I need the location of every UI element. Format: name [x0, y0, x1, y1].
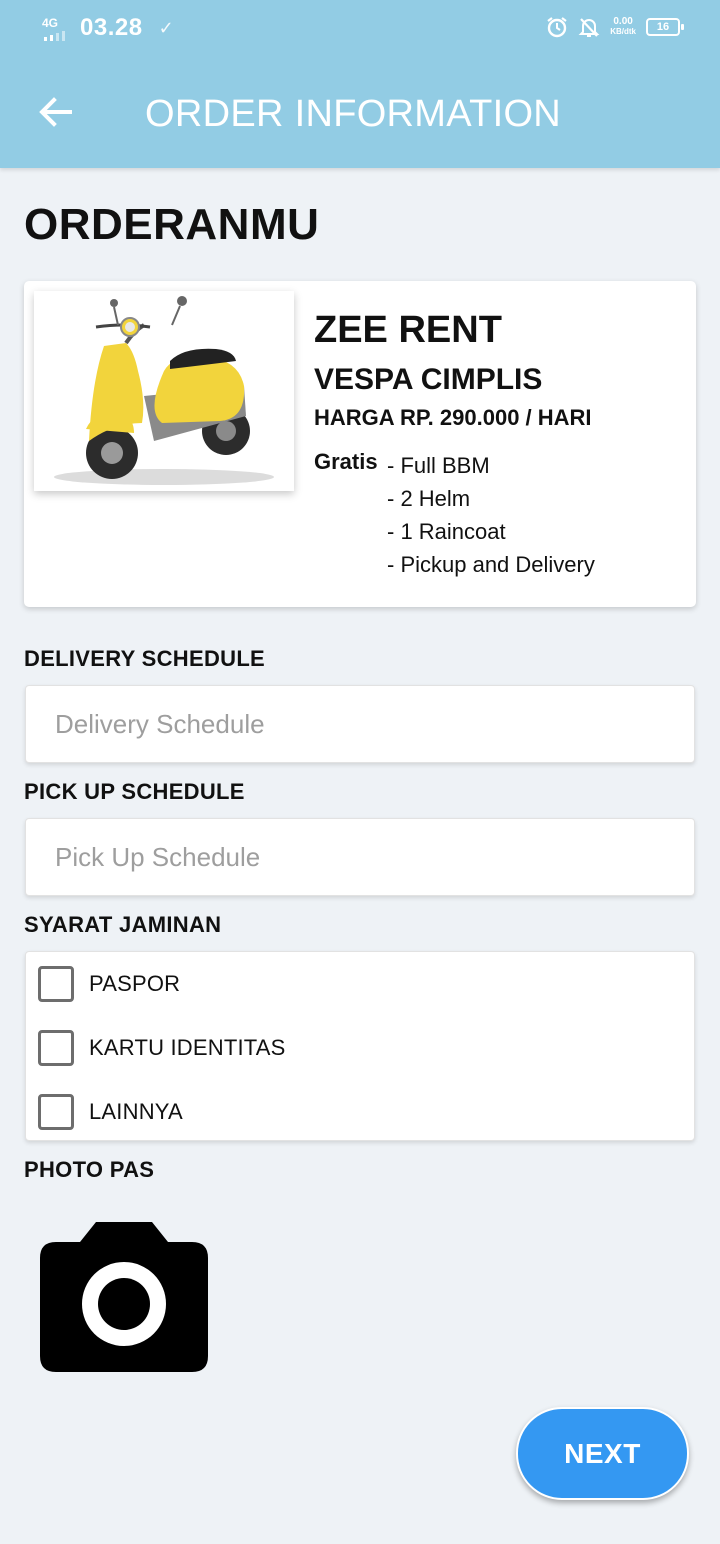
camera-icon: [40, 1222, 208, 1372]
rental-price: HARGA RP. 290.000 / HARI: [314, 405, 592, 430]
perk-item: - Full BBM: [387, 453, 490, 478]
checkbox-label: KARTU IDENTITAS: [89, 1035, 286, 1060]
camera-button[interactable]: [40, 1220, 208, 1372]
checkbox-kartu-identitas[interactable]: KARTU IDENTITAS: [38, 1028, 286, 1068]
checkbox-label: PASPOR: [89, 971, 181, 996]
back-button[interactable]: [34, 92, 78, 132]
signal-icon: 4G: [40, 15, 74, 41]
checkbox-icon[interactable]: [38, 1094, 74, 1130]
delivery-schedule-input[interactable]: [25, 685, 695, 763]
checkbox-paspor[interactable]: PASPOR: [38, 964, 180, 1004]
order-card: ZEE RENT VESPA CIMPLIS HARGA RP. 290.000…: [24, 281, 696, 607]
status-bar: 4G 03.28 ✓ 0.00 KB/dtk 16: [0, 0, 720, 56]
network-type: 4G: [42, 16, 59, 30]
guarantee-options: PASPOR KARTU IDENTITAS LAINNYA: [25, 951, 695, 1141]
check-icon: ✓: [158, 17, 174, 38]
notifications-off-icon: [578, 18, 600, 37]
status-time: 03.28: [80, 14, 143, 41]
perk-item: - 1 Raincoat: [387, 519, 506, 544]
checkbox-lainnya[interactable]: LAINNYA: [38, 1092, 183, 1132]
network-speed: 0.00 KB/dtk: [610, 17, 636, 37]
arrow-left-icon: [39, 97, 72, 127]
alarm-icon: [547, 17, 567, 38]
app-bar: 4G 03.28 ✓ 0.00 KB/dtk 16 ORDER INFORMAT…: [0, 0, 720, 168]
pickup-schedule-label: PICK UP SCHEDULE: [24, 779, 245, 804]
order-heading: ORDERANMU: [24, 200, 320, 249]
perk-item: - Pickup and Delivery: [387, 552, 595, 577]
shop-name: ZEE RENT: [314, 309, 502, 351]
perk-item: - 2 Helm: [387, 486, 471, 511]
perks-list: - Full BBM - 2 Helm - 1 Raincoat - Picku…: [387, 449, 595, 581]
battery-level: 16: [656, 21, 670, 33]
speed-unit: KB/dtk: [610, 27, 636, 36]
pickup-schedule-input[interactable]: [25, 818, 695, 896]
scooter-illustration: [54, 296, 274, 485]
page-title: ORDER INFORMATION: [145, 93, 562, 135]
checkbox-icon[interactable]: [38, 966, 74, 1002]
guarantee-label: SYARAT JAMINAN: [24, 912, 222, 937]
checkbox-icon[interactable]: [38, 1030, 74, 1066]
gratis-label: Gratis: [314, 449, 378, 474]
checkbox-label: LAINNYA: [89, 1099, 183, 1124]
vehicle-model: VESPA CIMPLIS: [314, 363, 543, 396]
next-button[interactable]: NEXT: [516, 1407, 689, 1500]
photo-label: PHOTO PAS: [24, 1157, 155, 1182]
speed-value: 0.00: [613, 16, 633, 27]
delivery-schedule-label: DELIVERY SCHEDULE: [24, 646, 266, 671]
scooter-image: [34, 291, 294, 491]
battery-icon: 16: [646, 18, 684, 36]
